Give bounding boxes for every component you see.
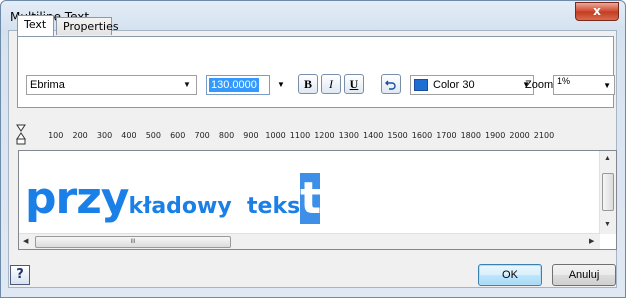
font-select-value: Ebrima bbox=[30, 79, 65, 91]
italic-button[interactable]: I bbox=[321, 74, 341, 94]
tab-text-label: Text bbox=[24, 18, 47, 31]
zoom-select-value: 1% bbox=[557, 76, 571, 86]
ruler-tick-label: 400 bbox=[121, 131, 137, 140]
bold-button[interactable]: B bbox=[298, 74, 318, 94]
ruler-tick-label: 1000 bbox=[265, 131, 286, 140]
ruler-tick-label: 600 bbox=[170, 131, 186, 140]
zoom-select[interactable]: 1% ▼ bbox=[553, 75, 615, 95]
scroll-left-icon[interactable]: ◀ bbox=[23, 237, 28, 245]
ruler-tick-label: 2000 bbox=[509, 131, 530, 140]
font-size-dropdown-arrow[interactable]: ▼ bbox=[274, 77, 288, 93]
horizontal-scroll-thumb[interactable]: III bbox=[35, 236, 231, 248]
color-select-value: Color 30 bbox=[433, 79, 475, 91]
vertical-scrollbar[interactable]: ▲ ▼ bbox=[599, 151, 616, 234]
font-select[interactable]: Ebrima ▼ bbox=[26, 75, 197, 95]
ruler-tick-label: 1600 bbox=[411, 131, 433, 140]
text-run: adowy teks bbox=[151, 194, 301, 219]
ruler-tick-label: 1200 bbox=[314, 131, 335, 140]
ruler-tick-label: 100 bbox=[48, 131, 64, 140]
ruler-tick-label: 900 bbox=[243, 131, 259, 140]
help-button[interactable]: ? bbox=[10, 265, 30, 285]
scroll-up-icon[interactable]: ▲ bbox=[604, 155, 611, 162]
text-run: k bbox=[128, 194, 144, 219]
undo-button[interactable] bbox=[381, 74, 401, 94]
ruler-tick-label: 1700 bbox=[436, 131, 457, 140]
tab-text[interactable]: Text bbox=[17, 15, 54, 36]
ruler-tick-label: 800 bbox=[218, 131, 235, 140]
undo-icon bbox=[385, 80, 396, 90]
tab-properties[interactable]: Properties bbox=[56, 17, 119, 35]
chevron-down-icon: ▼ bbox=[603, 81, 611, 90]
ruler-tick-label: 700 bbox=[194, 131, 210, 140]
ruler-tick-label: 1500 bbox=[387, 131, 408, 140]
ruler-tick-label: 2100 bbox=[533, 131, 555, 140]
italic-icon: I bbox=[329, 77, 333, 91]
zoom-label: Zoom bbox=[525, 79, 554, 91]
color-swatch bbox=[414, 79, 428, 91]
chevron-down-icon: ▼ bbox=[183, 80, 191, 89]
underline-icon: U bbox=[349, 77, 359, 91]
font-size-input[interactable]: 130.0000 bbox=[206, 75, 270, 95]
ruler-tick-label: 1900 bbox=[485, 131, 506, 140]
horizontal-ruler: 100 200 300 400 500 600 700 800 900 1000 1100 1200 1… bbox=[0, 124, 626, 148]
ruler-tick-label: 1800 bbox=[460, 131, 481, 140]
ruler-tick-label: 1100 bbox=[289, 131, 311, 140]
ruler-tick-label: 500 bbox=[145, 131, 161, 140]
editor-content: przykładowy tekst bbox=[25, 173, 321, 224]
close-icon: x bbox=[593, 4, 601, 18]
selected-text: t bbox=[300, 173, 321, 224]
ruler-tick-label: 1300 bbox=[338, 131, 359, 140]
scroll-right-icon[interactable]: ▶ bbox=[589, 237, 594, 245]
scroll-grip: III bbox=[130, 239, 136, 245]
horizontal-scrollbar[interactable]: ◀ III ▶ bbox=[19, 233, 600, 249]
text-run: przy bbox=[25, 173, 129, 224]
chevron-down-icon: ▼ bbox=[277, 80, 285, 89]
ruler-tick-label: 1400 bbox=[363, 131, 384, 140]
ruler-tick-label: 200 bbox=[72, 131, 88, 140]
close-button[interactable]: x bbox=[575, 2, 619, 21]
bold-icon: B bbox=[303, 77, 312, 91]
color-select[interactable]: Color 30 ▼ bbox=[410, 75, 534, 95]
cancel-button[interactable]: Anuluj bbox=[552, 264, 616, 286]
cancel-button-label: Anuluj bbox=[568, 269, 600, 281]
text-tab-panel bbox=[17, 36, 614, 108]
font-size-value: 130.0000 bbox=[209, 78, 259, 92]
ok-button[interactable]: OK bbox=[478, 264, 542, 286]
tab-properties-label: Properties bbox=[63, 20, 119, 33]
underline-button[interactable]: U bbox=[344, 74, 364, 94]
ruler-tick-label: 300 bbox=[96, 131, 113, 140]
text-editor[interactable]: przykładowy tekst ▲ ▼ ◀ III ▶ bbox=[18, 150, 617, 250]
scroll-down-icon[interactable]: ▼ bbox=[604, 221, 611, 228]
vertical-scroll-thumb[interactable] bbox=[602, 173, 614, 211]
help-icon: ? bbox=[16, 267, 24, 282]
ok-button-label: OK bbox=[502, 269, 518, 281]
